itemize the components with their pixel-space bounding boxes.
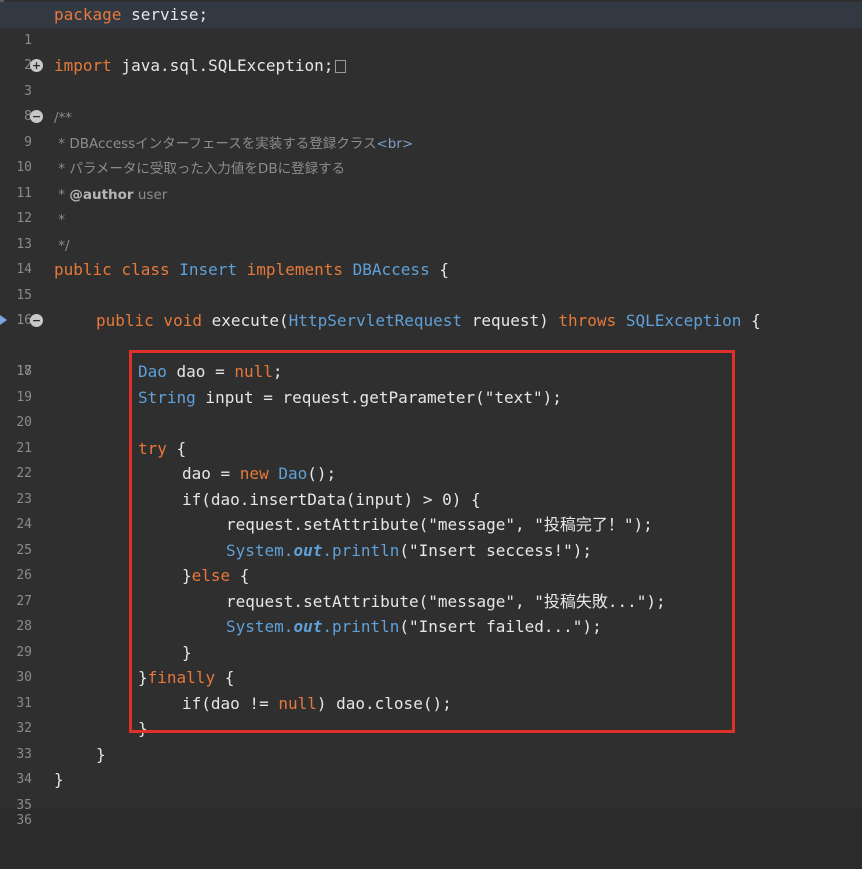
static-field: out bbox=[293, 540, 323, 560]
method-name: .println bbox=[322, 617, 400, 636]
code-line-34[interactable]: 34 } bbox=[0, 742, 862, 788]
code-editor[interactable]: 1 package servise; 2 3 + import java.sql… bbox=[0, 0, 862, 828]
comment: */ bbox=[54, 237, 70, 254]
code-line-10[interactable]: 10 * DBAccessインターフェースを実装する登録クラス<br> bbox=[0, 130, 862, 176]
code-line-36[interactable]: 36 bbox=[0, 782, 862, 828]
type-name: Dao bbox=[138, 362, 167, 381]
code-text: (); bbox=[307, 464, 337, 483]
code-line-22[interactable]: 22 try { bbox=[0, 436, 862, 482]
code-line-21[interactable]: 21 bbox=[0, 410, 862, 456]
comment: * DBAccessインターフェースを実装する登録クラス bbox=[54, 135, 377, 152]
keyword: else bbox=[191, 566, 231, 585]
type-name: System. bbox=[226, 540, 294, 560]
code-text: } bbox=[182, 566, 192, 585]
collapse-fold-icon[interactable]: − bbox=[30, 110, 43, 123]
code-line-1[interactable]: 1 package servise; bbox=[0, 2, 862, 48]
keyword: throws bbox=[548, 311, 617, 330]
code-line-32[interactable]: 32 if(dao != null) dao.close(); bbox=[0, 691, 862, 737]
code-line-33[interactable]: 33 } bbox=[0, 716, 862, 762]
code-line-25[interactable]: 25 request.setAttribute("message", "投稿完了… bbox=[0, 512, 862, 558]
type-name: String bbox=[138, 387, 196, 407]
keyword: null bbox=[234, 362, 273, 381]
collapse-fold-icon[interactable]: − bbox=[30, 314, 43, 327]
code-text: { bbox=[215, 668, 235, 687]
javadoc-tag: @author bbox=[69, 186, 134, 203]
code-line-16[interactable]: 16 bbox=[0, 283, 862, 328]
comment: user bbox=[133, 186, 168, 203]
keyword: finally bbox=[147, 668, 216, 687]
code-text: java.sql.SQLException; bbox=[111, 56, 334, 75]
code-line-9[interactable]: 9 − /** bbox=[0, 104, 862, 150]
code-text: dao = bbox=[182, 464, 240, 483]
code-line-23[interactable]: 23 dao = new Dao(); bbox=[0, 461, 862, 507]
line-number: 36 bbox=[16, 812, 32, 828]
code-line-18[interactable]: 18 bbox=[0, 334, 862, 379]
code-text: } bbox=[138, 668, 148, 687]
code-line-12[interactable]: 12 * @author user bbox=[0, 181, 862, 227]
code-text: { bbox=[166, 438, 187, 458]
method-name: .println bbox=[322, 540, 400, 560]
code-line-15[interactable]: 15 public class Insert implements DBAcce… bbox=[0, 257, 862, 303]
code-line-26[interactable]: 26 System.out.println("Insert seccess!")… bbox=[0, 538, 862, 584]
comment: /** bbox=[54, 110, 73, 126]
keyword: public class bbox=[54, 260, 170, 279]
code-text: } bbox=[182, 642, 192, 662]
code-line-14[interactable]: 14 */ bbox=[0, 232, 862, 278]
code-line-3[interactable]: 3 + import java.sql.SQLException; bbox=[0, 53, 862, 99]
type-name: Dao bbox=[268, 464, 308, 483]
code-line-31[interactable]: 31 }finally { bbox=[0, 665, 862, 711]
static-field: out bbox=[293, 617, 323, 636]
code-line-19[interactable]: 19 Dao dao = null; bbox=[0, 359, 862, 405]
type-name: DBAccess bbox=[343, 260, 430, 279]
code-line-13[interactable]: 13 * bbox=[0, 206, 862, 252]
code-line-30[interactable]: 30 } bbox=[0, 640, 862, 686]
code-text: request) bbox=[462, 311, 549, 330]
comment: * bbox=[54, 212, 66, 228]
code-line-8[interactable]: 8 bbox=[0, 79, 862, 124]
method-name: execute( bbox=[201, 311, 289, 330]
code-line-28[interactable]: 28 request.setAttribute("message", "投稿失敗… bbox=[0, 589, 862, 635]
expand-fold-icon[interactable]: + bbox=[30, 59, 43, 72]
code-text: { bbox=[741, 311, 761, 330]
code-text: ("Insert seccess!"); bbox=[399, 540, 593, 560]
keyword: implements bbox=[237, 260, 343, 279]
keyword: try bbox=[138, 438, 167, 458]
keyword: new bbox=[239, 464, 269, 483]
code-line-29[interactable]: 29 System.out.println("Insert failed..."… bbox=[0, 614, 862, 660]
comment: * パラメータに受取った入力値をDBに登録する bbox=[54, 161, 346, 177]
code-text: ) dao.close(); bbox=[316, 693, 452, 713]
keyword: public void bbox=[96, 311, 202, 330]
code-text: { bbox=[429, 260, 449, 279]
type-name: SQLException bbox=[616, 311, 742, 330]
code-text: servise; bbox=[121, 5, 209, 24]
code-line-2[interactable]: 2 bbox=[0, 28, 862, 73]
code-line-27[interactable]: 27 }else { bbox=[0, 563, 862, 609]
code-line-17[interactable]: 17 − public void execute(HttpServletRequ… bbox=[0, 308, 862, 379]
code-text: { bbox=[230, 566, 250, 585]
code-line-24[interactable]: 24 if(dao.insertData(input) > 0) { bbox=[0, 487, 862, 533]
code-text: input = request.getParameter("text"); bbox=[195, 387, 562, 407]
code-text: ("Insert failed..."); bbox=[399, 617, 602, 636]
code-text: } bbox=[138, 719, 148, 738]
override-marker-icon[interactable] bbox=[0, 315, 7, 325]
code-text: if(dao.insertData(input) > 0) { bbox=[182, 489, 481, 509]
code-line-11[interactable]: 11 * パラメータに受取った入力値をDBに登録する bbox=[0, 155, 862, 201]
code-text: dao = bbox=[166, 362, 235, 381]
type-name: HttpServletRequest bbox=[288, 311, 463, 330]
code-text: ; bbox=[272, 362, 283, 381]
code-text: request.setAttribute("message", "投稿完了！")… bbox=[226, 515, 653, 534]
comment: * bbox=[54, 186, 70, 203]
html-tag: <br> bbox=[376, 135, 414, 152]
type-name: Insert bbox=[169, 260, 238, 279]
folded-imports-icon[interactable] bbox=[335, 60, 347, 73]
code-text: } bbox=[96, 744, 106, 764]
code-text: if(dao != bbox=[182, 693, 279, 713]
keyword: import bbox=[54, 56, 112, 75]
keyword: null bbox=[278, 693, 317, 713]
code-text: request.setAttribute("message", "投稿失敗...… bbox=[226, 591, 666, 611]
keyword: package bbox=[54, 5, 122, 24]
type-name: System. bbox=[226, 617, 294, 636]
code-line-20[interactable]: 20 String input = request.getParameter("… bbox=[0, 385, 862, 431]
